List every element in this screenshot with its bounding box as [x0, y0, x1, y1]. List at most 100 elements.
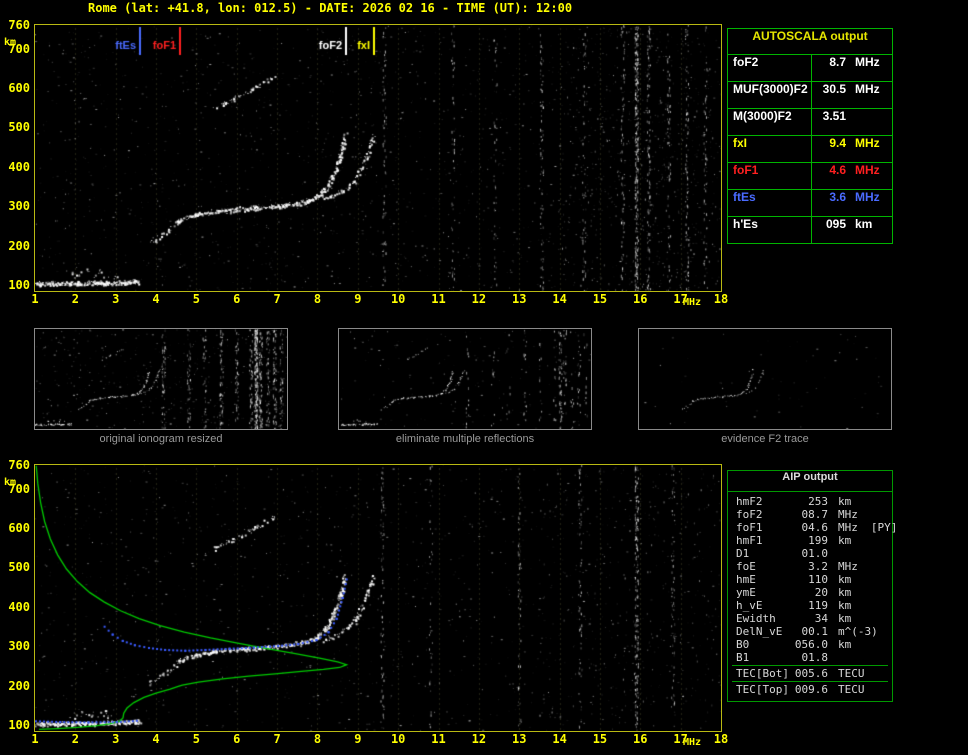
page-title: Rome (lat: +41.8, lon: 012.5) - DATE: 20…	[88, 1, 573, 15]
param-unit	[828, 547, 892, 560]
param-label: B0	[736, 638, 750, 651]
param-unit: km	[838, 534, 852, 547]
x-tick-label: 8	[313, 732, 322, 746]
aip-row-B1: B1 01.8	[728, 651, 892, 664]
param-unit: MHz	[855, 55, 880, 69]
aip-row-Ewidth: Ewidth 34 km	[728, 612, 892, 625]
param-value: 8.7	[829, 55, 846, 69]
x-tick-label: 8	[313, 292, 322, 306]
param-value: 119	[808, 599, 828, 612]
y-tick-label: 700	[8, 41, 30, 56]
autoscala-screen: Rome (lat: +41.8, lon: 012.5) - DATE: 20…	[0, 0, 968, 755]
param-value-cell: 9.4 MHz	[812, 136, 892, 162]
y-tick-label: 200	[8, 678, 30, 693]
x-tick-label: 7	[273, 292, 281, 306]
y-tick-label: 700	[8, 481, 30, 496]
x-axis-unit-label: MHz	[683, 297, 702, 308]
x-tick-label: 14	[552, 732, 567, 746]
aip-row-DelN_vE: DelN_vE 00.1 m^(-3)	[728, 625, 892, 638]
x-tick-label: 5	[192, 732, 201, 746]
param-label: hmF2	[736, 495, 763, 508]
x-tick-label: 16	[633, 292, 648, 306]
autoscala-rows: foF2 8.7 MHz MUF(3000)F2 30.5 MHz M(3000)F2 3.5…	[728, 55, 892, 243]
param-value: 005.6	[794, 667, 828, 680]
param-value-cell: 095 km	[812, 217, 892, 243]
x-tick-label: 11	[431, 292, 446, 306]
autoscala-panel-title: AUTOSCALA output	[728, 29, 892, 55]
param-unit: km	[838, 612, 852, 625]
x-tick-label: 13	[512, 292, 527, 306]
x-tick-label: 18	[713, 732, 729, 746]
param-label: fxI	[728, 136, 812, 162]
x-tick-label: 12	[471, 292, 487, 306]
param-label: ymE	[736, 586, 756, 599]
param-label: hmE	[736, 573, 756, 586]
y-tick-label: 400	[8, 159, 30, 174]
param-label: h_vE	[736, 599, 763, 612]
param-value: 095	[825, 217, 846, 231]
param-value: 30.5	[822, 82, 846, 96]
aip-separator	[732, 665, 888, 666]
param-value: 9.4	[829, 136, 846, 150]
x-tick-label: 9	[354, 292, 362, 306]
param-label: foF1	[736, 521, 763, 534]
param-value: 3.6	[829, 190, 846, 204]
param-unit: MHz	[855, 82, 880, 96]
y-tick-label: 500	[8, 560, 30, 575]
param-unit: m^(-3)	[838, 625, 878, 638]
param-value: 253	[808, 495, 828, 508]
param-label: B1	[736, 651, 750, 664]
param-unit: km	[838, 586, 852, 599]
y-tick-label: 760	[8, 458, 30, 472]
x-tick-label: 10	[390, 292, 406, 306]
param-value: 056.0	[794, 638, 828, 651]
aip-row-foF1: foF1 04.6 MHz [PY]	[728, 521, 897, 534]
y-tick-label: 100	[8, 718, 30, 732]
param-value-cell: 8.7 MHz	[812, 55, 892, 81]
aip-rows: hmF2 253 km foF2 08.7 MHz foF1 04.6 MHz [PY] hmF1 1…	[728, 495, 897, 696]
param-label: ftEs	[728, 190, 812, 216]
y-axis-unit-label: km	[4, 477, 17, 488]
y-tick-label: 760	[8, 18, 30, 32]
param-label: h'Es	[728, 217, 812, 243]
param-unit: MHz	[855, 190, 880, 204]
param-label: DelN_vE	[736, 625, 783, 638]
autoscala-row-foF2: foF2 8.7 MHz	[728, 55, 892, 82]
param-value-cell: 30.5 MHz	[812, 82, 892, 108]
y-tick-label: 100	[8, 278, 30, 292]
y-tick-label: 600	[8, 81, 30, 96]
param-unit	[828, 651, 892, 664]
x-tick-label: 16	[633, 732, 648, 746]
aip-row-D1: D1 01.0	[728, 547, 892, 560]
x-tick-label: 3	[112, 732, 120, 746]
aip-output-panel: AIP output hmF2 253 km foF2 08.7 MHz foF1 04.6 M…	[727, 470, 897, 702]
x-tick-label: 15	[592, 292, 608, 306]
x-tick-label: 2	[71, 732, 79, 746]
top-ionogram-canvas	[34, 24, 722, 292]
param-label: foF2	[728, 55, 812, 81]
param-value: 04.6	[801, 521, 829, 534]
aip-row-hmE: hmE 110 km	[728, 573, 892, 586]
aip-row-TEC[Top]: TEC[Top] 009.6 TECU	[728, 683, 892, 696]
param-unit: TECU	[838, 683, 865, 696]
param-unit: MHz	[838, 508, 858, 521]
x-tick-label: 2	[71, 292, 79, 306]
param-value: 20	[814, 586, 828, 599]
param-value: 00.1	[801, 625, 829, 638]
autoscala-row-foF1: foF1 4.6 MHz	[728, 163, 892, 190]
aip-row-TEC[Bot]: TEC[Bot] 005.6 TECU	[728, 667, 892, 680]
param-unit: km	[838, 495, 852, 508]
param-value-cell: 4.6 MHz	[812, 163, 892, 189]
param-value: 110	[808, 573, 828, 586]
aip-row-hmF2: hmF2 253 km	[728, 495, 892, 508]
x-tick-label: 5	[192, 292, 201, 306]
autoscala-output-panel: AUTOSCALA output foF2 8.7 MHz MUF(3000)F2 30…	[727, 28, 893, 244]
param-value: 01.8	[801, 651, 829, 664]
param-unit: MHz	[855, 136, 880, 150]
param-label: TEC[Bot]	[736, 667, 789, 680]
param-value: 3.51	[822, 109, 846, 123]
x-tick-label: 6	[233, 292, 241, 306]
param-label: foF2	[736, 508, 763, 521]
y-axis-unit-label: km	[4, 37, 17, 48]
x-tick-label: 17	[673, 732, 688, 746]
